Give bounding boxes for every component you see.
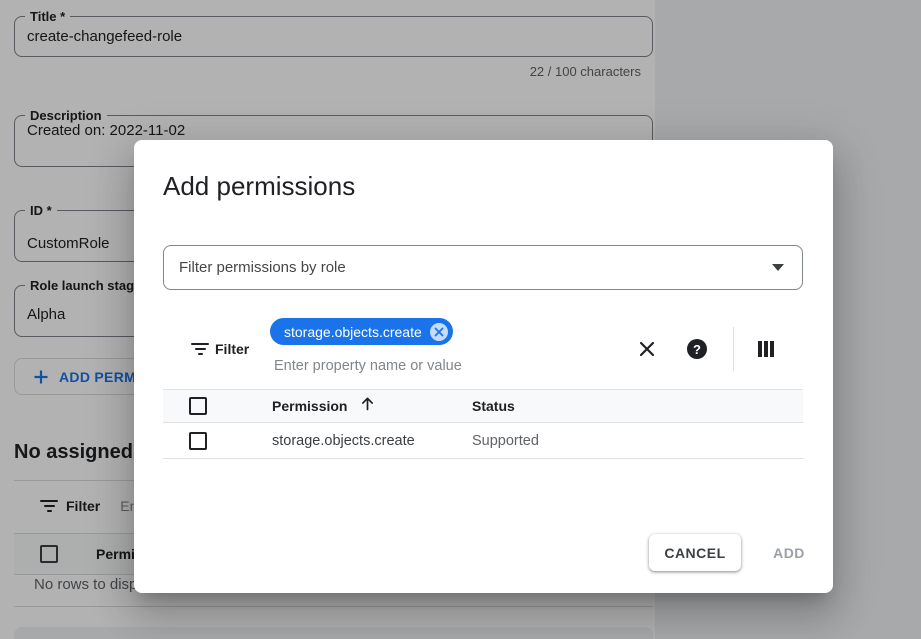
table-header-row: Permission Status (163, 389, 803, 423)
row-checkbox[interactable] (189, 432, 207, 450)
table-row[interactable]: storage.objects.create Supported (163, 423, 803, 459)
filter-icon (191, 343, 209, 355)
chevron-down-icon (772, 264, 784, 271)
help-icon[interactable]: ? (687, 339, 707, 359)
col-permission[interactable]: Permission (272, 398, 347, 414)
col-status: Status (472, 398, 515, 414)
dialog-title: Add permissions (163, 171, 355, 202)
toolbar-divider (733, 327, 734, 371)
row-permission: storage.objects.create (272, 433, 415, 449)
sort-ascending-icon[interactable] (359, 395, 376, 417)
page: Title * create-changefeed-role 22 / 100 … (0, 0, 921, 639)
add-button[interactable]: ADD (761, 534, 817, 571)
modal-filter-label: Filter (215, 341, 249, 357)
column-display-icon[interactable] (758, 341, 774, 357)
chip-remove-icon[interactable] (430, 323, 448, 341)
row-status: Supported (472, 433, 539, 449)
modal-filter-input[interactable]: Enter property name or value (274, 358, 462, 374)
role-filter-select-value: Filter permissions by role (179, 259, 772, 276)
select-all-checkbox[interactable] (189, 397, 207, 415)
permissions-table: Permission Status storage.objects.create… (163, 389, 803, 459)
clear-filter-icon[interactable] (637, 339, 657, 359)
role-filter-select[interactable]: Filter permissions by role (163, 245, 803, 290)
add-permissions-dialog: Add permissions Filter permissions by ro… (134, 140, 833, 593)
filter-chip-text: storage.objects.create (284, 324, 422, 340)
filter-chip[interactable]: storage.objects.create (270, 318, 453, 345)
cancel-button[interactable]: CANCEL (649, 534, 741, 571)
